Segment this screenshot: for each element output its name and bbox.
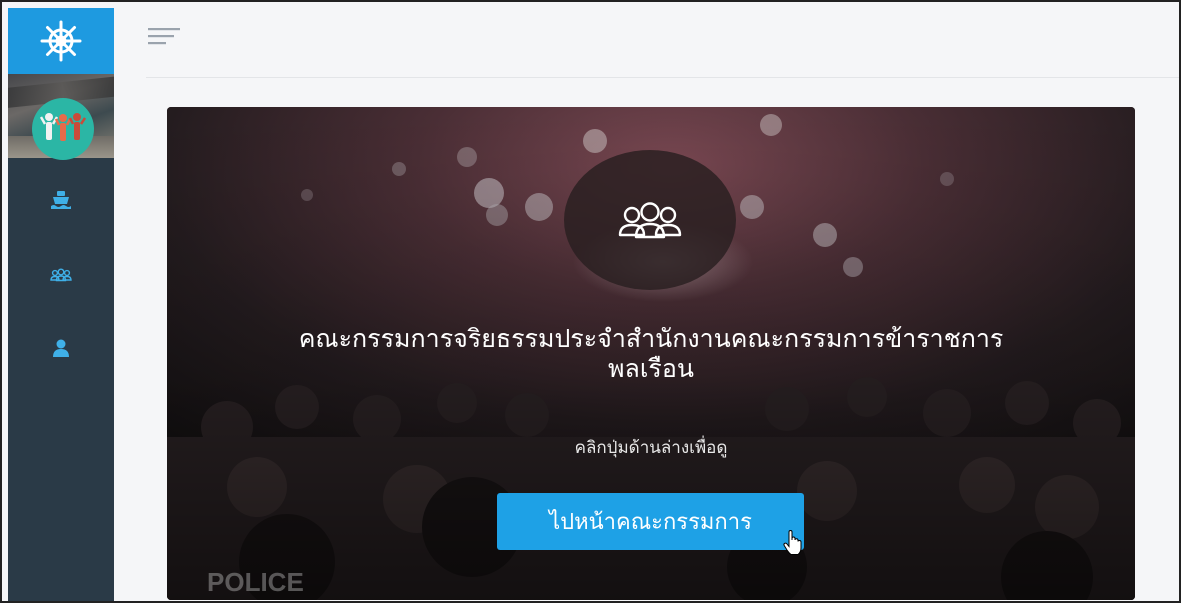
ship-icon bbox=[51, 191, 71, 209]
police-text: POLICE bbox=[207, 567, 304, 597]
users-outline-icon bbox=[618, 202, 682, 239]
menu-toggle-button[interactable] bbox=[148, 26, 182, 46]
app-window: POLICE คณะกรรมการจริยธรรมประจำสำนักงานคณ… bbox=[0, 0, 1181, 603]
top-bar bbox=[114, 8, 1179, 78]
user-icon bbox=[53, 339, 69, 357]
sidebar bbox=[8, 8, 114, 601]
hamburger-menu-icon bbox=[148, 28, 180, 45]
topbar-divider bbox=[146, 77, 1179, 78]
hand-pointer-icon bbox=[783, 530, 802, 555]
hero-title-line-1: คณะกรรมการจริยธรรมประจำสำนักงานคณะกรรมกา… bbox=[298, 324, 1004, 353]
hero-subtitle: คลิกปุ่มด้านล่างเพื่อดู bbox=[574, 438, 728, 458]
ship-wheel-icon bbox=[40, 20, 82, 62]
hero-icon-badge bbox=[564, 150, 736, 290]
sidebar-item-committee[interactable] bbox=[8, 255, 114, 295]
hero-title-line-2: พลเรือน bbox=[608, 354, 694, 383]
brand-logo[interactable] bbox=[8, 8, 114, 74]
avatar[interactable] bbox=[32, 98, 94, 160]
hero-title: คณะกรรมการจริยธรรมประจำสำนักงานคณะกรรมกา… bbox=[167, 324, 1135, 384]
sidebar-item-user[interactable] bbox=[8, 328, 114, 368]
sidebar-item-ship[interactable] bbox=[8, 180, 114, 220]
people-group-icon bbox=[40, 113, 86, 141]
go-to-committee-button[interactable]: ไปหน้าคณะกรรมการ bbox=[497, 493, 804, 550]
users-outline-icon bbox=[50, 268, 72, 282]
